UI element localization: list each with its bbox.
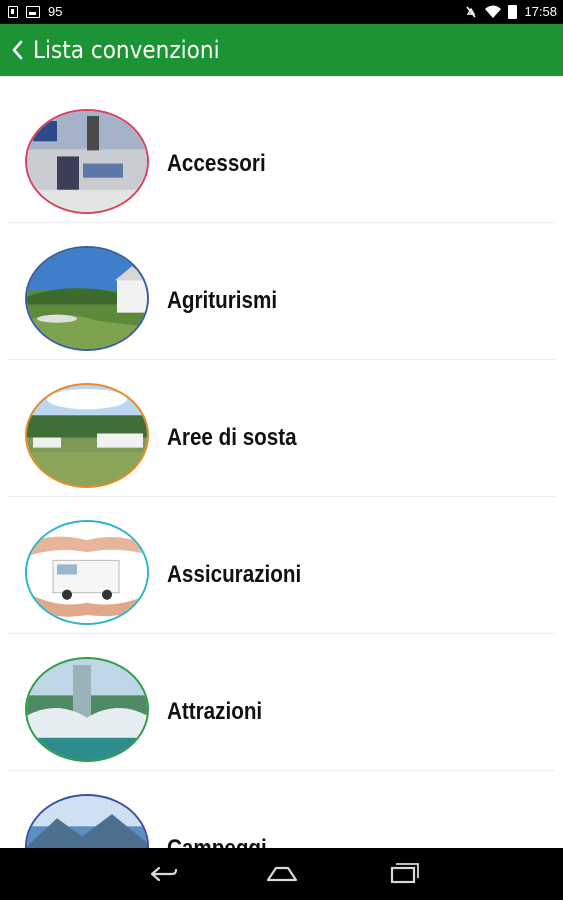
- category-image: [25, 657, 149, 762]
- list-item-assicurazioni[interactable]: Assicurazioni: [9, 497, 555, 634]
- category-image: [25, 246, 149, 351]
- chevron-left-icon[interactable]: [7, 36, 33, 64]
- page-title: Lista convenzioni: [33, 36, 220, 64]
- device-icon: [8, 5, 18, 18]
- list-item-campeggi[interactable]: Campeggi: [9, 771, 555, 848]
- list-item-label: Aree di sosta: [167, 424, 297, 451]
- wifi-icon: [485, 5, 502, 18]
- list-item-label: Accessori: [167, 150, 266, 177]
- list-item-label: Assicurazioni: [167, 561, 302, 588]
- list-item-label: Campeggi: [167, 835, 267, 848]
- list-item-attrazioni[interactable]: Attrazioni: [9, 634, 555, 771]
- status-left: 95: [8, 4, 62, 19]
- list-item-aree-di-sosta[interactable]: Aree di sosta: [9, 360, 555, 497]
- category-image: [25, 520, 149, 625]
- notification-count: 95: [48, 4, 63, 19]
- category-image: [25, 109, 149, 214]
- app-bar: Lista convenzioni: [0, 24, 563, 76]
- list-item-label: Attrazioni: [167, 698, 263, 725]
- clock: 17:58: [524, 4, 557, 19]
- home-icon[interactable]: [262, 858, 302, 890]
- category-image: [25, 794, 149, 848]
- back-icon[interactable]: [142, 858, 182, 890]
- mute-icon: [466, 6, 477, 17]
- list-item-label: Agriturismi: [167, 287, 278, 314]
- status-right: 17:58: [464, 4, 557, 19]
- category-image: [25, 383, 149, 488]
- status-bar: 95 17:58: [0, 0, 563, 24]
- list-item-accessori[interactable]: Accessori: [9, 86, 555, 223]
- navigation-bar: [0, 848, 563, 900]
- image-notification-icon: [26, 5, 40, 18]
- category-list[interactable]: Accessori Agriturismi Aree di sosta Assi…: [0, 76, 563, 848]
- battery-icon: [508, 4, 518, 19]
- list-item-agriturismi[interactable]: Agriturismi: [9, 223, 555, 360]
- recents-icon[interactable]: [382, 858, 422, 890]
